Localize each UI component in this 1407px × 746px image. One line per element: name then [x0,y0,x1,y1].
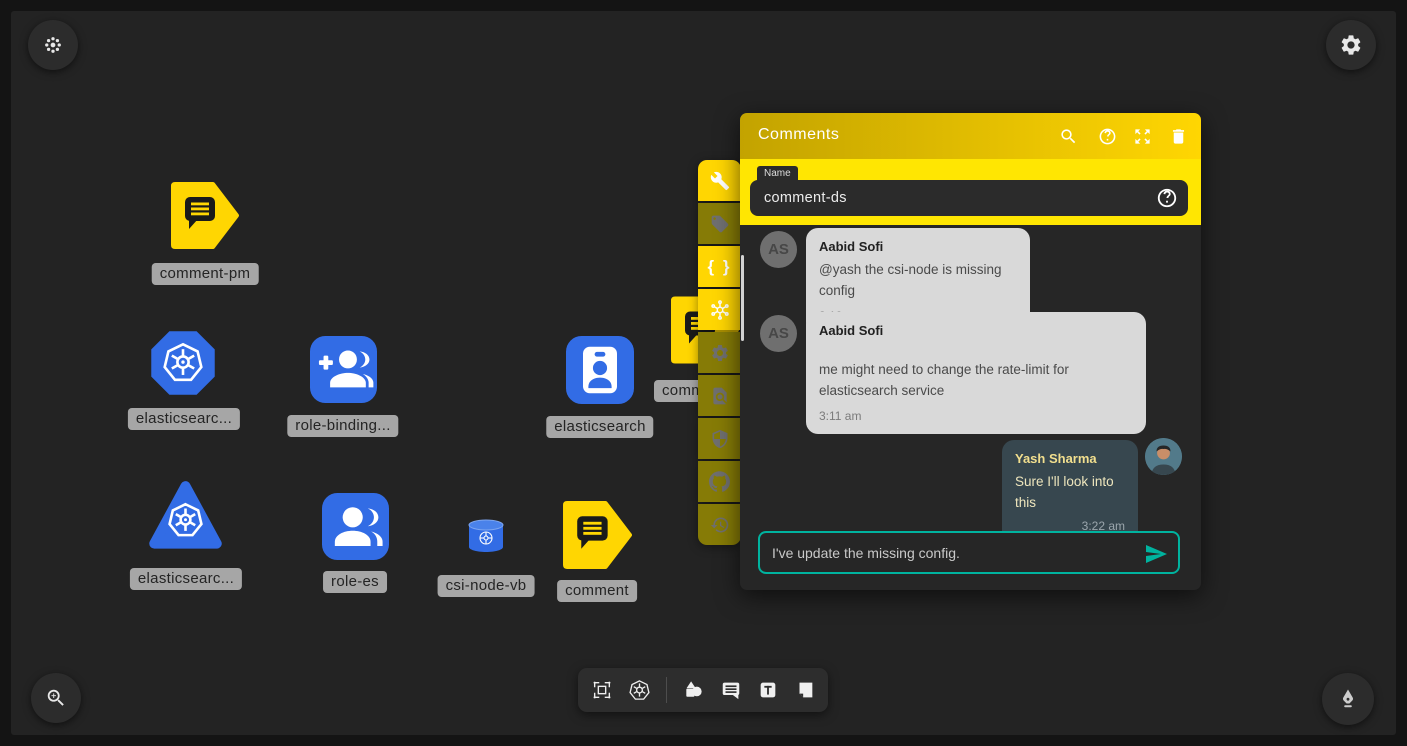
gear-icon [710,343,730,363]
settings-button[interactable] [1326,20,1376,70]
node-label: elasticsearc... [128,408,240,430]
search-icon[interactable] [1057,125,1079,147]
service-account-badge-icon [566,336,634,404]
node-label: csi-node-vb [438,575,535,597]
tool-security[interactable] [698,418,741,459]
shapes-icon[interactable] [682,679,705,702]
braces-icon: { } [708,257,732,277]
avatar-initials: AS [760,231,797,268]
comments-panel: Comments Name [740,113,1201,590]
node-label: elasticsearch [546,416,653,438]
help-icon[interactable] [1096,125,1118,147]
github-icon [709,471,730,492]
message-author: Aabid Sofi [819,239,1017,254]
tool-github[interactable] [698,461,741,502]
name-field-wrap [750,180,1188,216]
note-icon[interactable] [794,679,816,701]
comments-panel-header[interactable]: Comments [740,113,1201,159]
shield-icon [710,429,730,449]
toolbar-divider [666,677,667,703]
node-label: role-es [323,571,387,593]
node-action-toolbar: { } [698,160,741,545]
person-photo-icon [1145,438,1182,475]
node-role-es[interactable] [322,493,389,560]
hub-icon [709,299,731,321]
chat-input-wrap [758,531,1180,574]
node-elasticsearch-triangle[interactable] [148,478,223,553]
comment-icon[interactable] [720,679,742,701]
tool-history[interactable] [698,504,741,545]
message-list[interactable]: AS Aabid Sofi @yash the csi-node is miss… [740,225,1201,531]
chat-message: Aabid Sofi me might need to change the r… [806,312,1146,434]
kubernetes-triangle-icon [148,478,223,553]
kubernetes-icon[interactable] [628,679,651,702]
text-icon[interactable] [757,679,779,701]
message-author: Aabid Sofi [819,323,1133,338]
node-label: comment-pm [152,263,259,285]
comment-shape-icon [562,500,633,570]
message-text: @yash the csi-node is missing config [819,260,1017,302]
name-section: Name [740,159,1201,225]
node-comment-pm[interactable] [170,181,240,250]
scrollbar-thumb[interactable] [741,255,744,341]
node-comment[interactable] [562,500,633,570]
app-menu-button[interactable] [28,20,78,70]
tool-configure[interactable] [698,160,741,201]
chat-input[interactable] [772,533,1122,572]
chat-message: Yash Sharma Sure I'll look into this 3:2… [1002,440,1138,544]
shape-palette-toolbar [578,668,828,712]
zoom-in-icon [45,687,67,709]
zoom-button[interactable] [31,673,81,723]
app-window: comment-pm elasticsearc... [0,0,1407,746]
message-text: me might need to change the rate-limit f… [819,360,1133,402]
name-field-label: Name [757,166,798,182]
component-graph-icon[interactable] [591,679,613,701]
delete-icon[interactable] [1167,125,1189,147]
node-role-binding[interactable] [310,336,377,403]
settings-gear-icon [1339,33,1363,57]
tool-hub[interactable] [698,289,741,330]
message-author: Yash Sharma [1015,451,1125,466]
avatar-photo [1145,438,1182,475]
field-help-icon[interactable] [1156,187,1178,209]
message-text: Sure I'll look into this [1015,472,1125,514]
node-label: elasticsearc... [130,568,242,590]
send-icon[interactable] [1144,542,1168,566]
panel-title: Comments [758,126,839,144]
node-label: comment [557,580,637,602]
kubernetes-octagon-icon [149,329,217,397]
tool-settings[interactable] [698,332,741,373]
tool-tag[interactable] [698,203,741,244]
tag-icon [710,214,730,234]
comment-shape-icon [170,181,240,250]
role-binding-icon [310,336,377,403]
node-csi-node[interactable] [467,519,505,553]
message-time: 3:11 am [819,409,1133,423]
name-input[interactable] [764,180,1134,216]
node-elasticsearch-octagon[interactable] [149,329,217,397]
node-label: role-binding... [287,415,398,437]
doc-search-icon [710,386,730,406]
storage-cylinder-icon [467,519,505,553]
expand-icon[interactable] [1131,125,1153,147]
wrench-icon [710,171,730,191]
avatar-initials: AS [760,315,797,352]
annotate-button[interactable] [1322,673,1374,725]
history-icon [710,515,730,535]
tool-json[interactable]: { } [698,246,741,287]
tool-inspect[interactable] [698,375,741,416]
node-elasticsearch-service-account[interactable] [566,336,634,404]
pen-nib-icon [1336,687,1360,711]
role-icon [322,493,389,560]
kanvas-logo-icon [42,34,64,56]
